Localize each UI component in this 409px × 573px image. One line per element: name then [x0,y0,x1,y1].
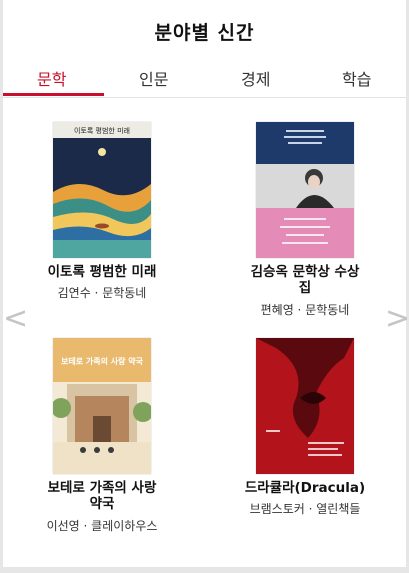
book-cover-3-text: 보테로 가족의 사랑 약국 [61,356,144,366]
book-cover-1[interactable]: 이토록 평범한 미래 [53,122,151,258]
book-cover-4[interactable] [256,338,354,474]
active-tab-indicator [3,93,104,96]
book-author-1: 김연수 · 문학동네 [57,286,147,300]
book-author-2: 편혜영 · 문학동네 [260,303,350,317]
tab-study[interactable]: 학습 [342,66,371,90]
section-title: 분야별 신간 [154,22,255,44]
category-tabs: 문학 인문 경제 학습 [3,56,406,98]
tab-economy[interactable]: 경제 [241,66,270,90]
tab-literature[interactable]: 문학 [37,66,66,90]
tabs-divider [3,97,406,98]
book-title-1[interactable]: 이토록 평범한 미래 [17,264,187,280]
prev-arrow-icon[interactable]: < [3,304,28,334]
tab-humanities[interactable]: 인문 [139,66,168,90]
book-author-4: 브램스토커 · 열린책들 [249,502,361,516]
book-cover-2[interactable] [256,122,354,258]
book-title-2-line1: 김승옥 문학상 수상 [250,264,360,280]
book-title-4[interactable]: 드라큘라(Dracula) [220,480,390,496]
book-title-3[interactable]: 보테로 가족의 사랑 약국 [17,480,187,512]
book-cover-1-text: 이토록 평범한 미래 [74,126,130,135]
book-title-3-line1: 보테로 가족의 사랑 [47,480,157,496]
book-title-3-line2: 약국 [89,496,115,512]
frame-bottom-border [0,567,409,573]
book-author-3: 이선영 · 클레이하우스 [46,519,158,533]
book-cover-3[interactable]: 보테로 가족의 사랑 약국 [53,338,151,474]
book-title-2-line2: 집 [298,280,312,296]
book-title-2[interactable]: 김승옥 문학상 수상 집 [220,264,390,296]
